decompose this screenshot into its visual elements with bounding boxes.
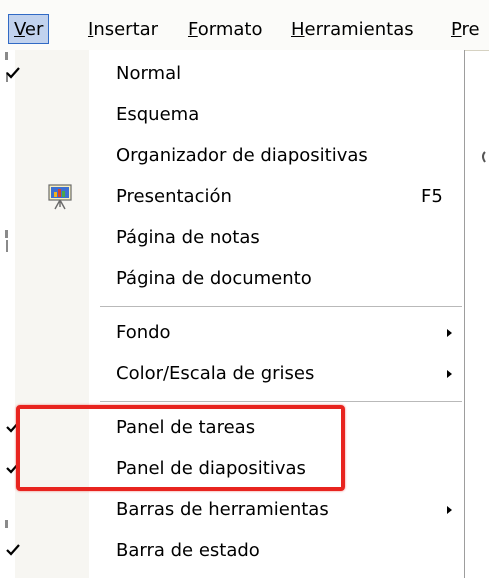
menu-item-label: Barra de estado: [116, 540, 260, 561]
menu-item-label: Color/Escala de grises: [116, 363, 315, 384]
menu-item-shortcut: F5: [421, 186, 443, 207]
check-icon: [4, 532, 30, 570]
menu-item-label-text: Normal: [116, 63, 182, 84]
presentation-icon: [47, 184, 75, 210]
menu-item-label: Esquema: [116, 104, 200, 125]
annotation-highlight-box: [16, 405, 345, 491]
submenu-arrow-icon: [447, 370, 452, 378]
menu-separator: [100, 306, 462, 307]
submenu-arrow-icon: [447, 329, 452, 337]
menu-item-pagina-de-documento[interactable]: Página de documento: [0, 260, 489, 298]
menu-item-presentacion[interactable]: Presentación F5: [0, 178, 489, 216]
menubar-mnemonic: H: [291, 19, 305, 40]
menu-item-barras-de-herramientas[interactable]: Barras de herramientas: [0, 491, 489, 529]
menubar-label-rest: ormato: [197, 19, 263, 40]
menu-item-label: Barras de herramientas: [116, 499, 329, 520]
menubar-label-rest: erramientas: [304, 19, 414, 40]
menu-bar: Ver Insertar Formato Herramientas Pre: [0, 0, 489, 51]
menu-item-barra-de-estado[interactable]: Barra de estado: [0, 532, 489, 570]
menu-item-label: Página de notas: [116, 227, 260, 248]
menubar-mnemonic: V: [14, 19, 25, 40]
menubar-label-rest: re: [461, 19, 480, 40]
menubar-mnemonic: P: [451, 19, 462, 40]
menu-item-color-escala-de-grises[interactable]: Color/Escala de grises: [0, 355, 489, 393]
menu-item-label: Presentación: [116, 186, 232, 207]
menubar-item-insertar[interactable]: Insertar: [88, 17, 158, 43]
submenu-arrow-icon: [447, 506, 452, 514]
check-icon: [4, 55, 30, 93]
menubar-mnemonic: F: [188, 19, 198, 40]
menu-item-label: Organizador de diapositivas: [116, 145, 368, 166]
menubar-label-rest: er: [24, 19, 44, 40]
menubar-item-formato[interactable]: Formato: [188, 17, 262, 43]
menubar-item-pre[interactable]: Pre: [451, 17, 480, 43]
menu-item-pagina-de-notas[interactable]: Página de notas: [0, 219, 489, 257]
menu-item-esquema[interactable]: Esquema: [0, 96, 489, 134]
menu-item-label: Página de documento: [116, 268, 312, 289]
menubar-item-herramientas[interactable]: Herramientas: [291, 17, 414, 43]
menu-item-normal[interactable]: Normal: [0, 55, 489, 93]
menubar-label-rest: nsertar: [93, 19, 159, 40]
menu-item-organizador-de-diapositivas[interactable]: Organizador de diapositivas: [0, 137, 489, 175]
menu-item-label: Normal: [116, 55, 181, 93]
menu-item-fondo[interactable]: Fondo: [0, 314, 489, 352]
menu-separator: [100, 401, 462, 402]
menu-item-label: Fondo: [116, 322, 171, 343]
